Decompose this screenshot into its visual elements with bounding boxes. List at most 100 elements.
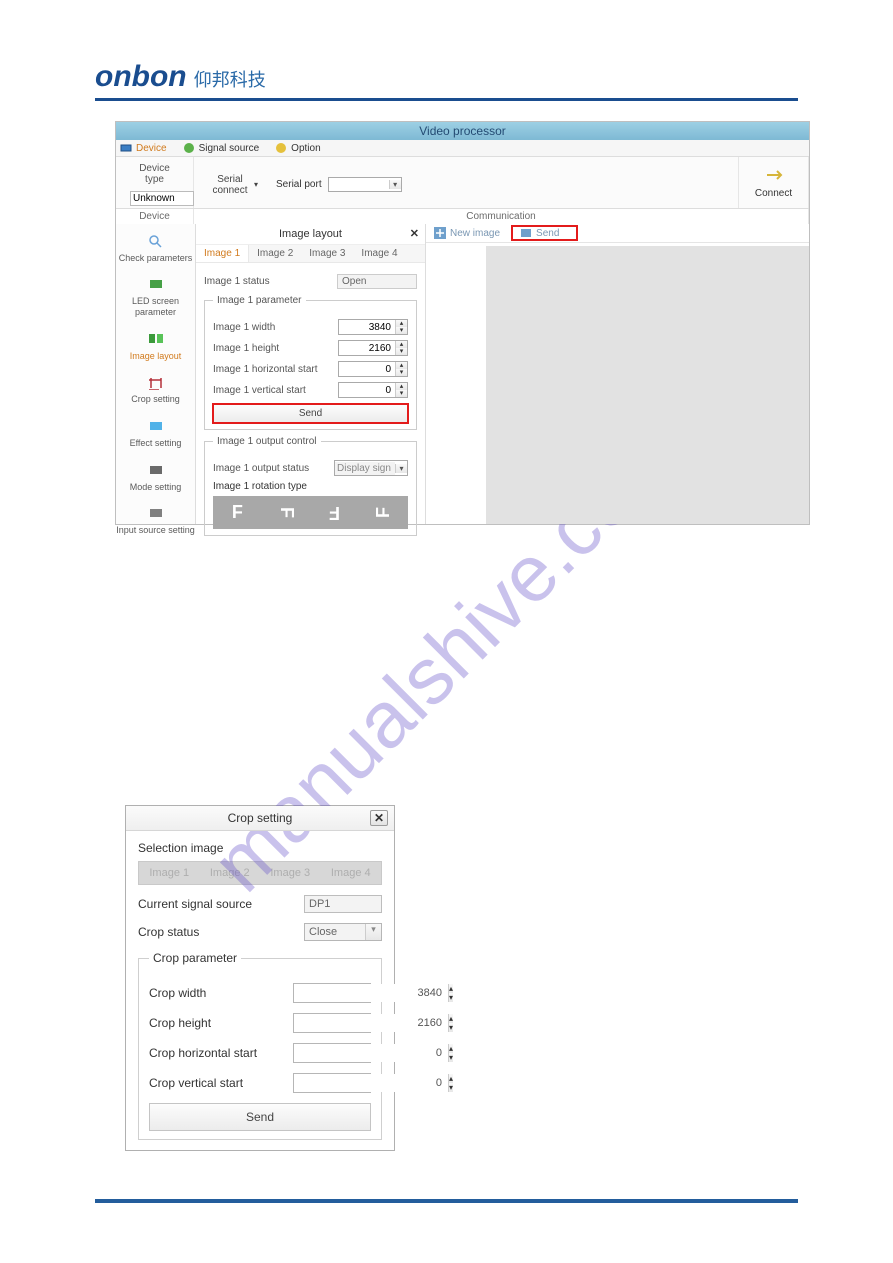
spin-up-icon[interactable]: ▴ [449, 1074, 453, 1083]
output-status-combo[interactable]: ▾ [334, 460, 408, 476]
spin-down-icon[interactable]: ▾ [449, 1083, 453, 1092]
tab-option[interactable]: Option [275, 142, 320, 154]
tab-image-1[interactable]: Image 1 [196, 245, 249, 262]
signal-icon [183, 142, 195, 154]
sidebar-item-mode[interactable]: Mode setting [130, 463, 182, 493]
image-width-spin[interactable]: ▴▾ [338, 319, 408, 335]
spin-down-icon[interactable]: ▾ [449, 993, 453, 1002]
tab-image-2[interactable]: Image 2 [249, 245, 301, 262]
panel-title: Image layout [279, 228, 342, 240]
input-icon [147, 506, 165, 520]
spin-up-icon[interactable]: ▴ [396, 362, 407, 369]
dropdown-icon[interactable]: ▾ [395, 464, 407, 473]
spin-up-icon[interactable]: ▴ [449, 984, 453, 993]
image-vstart-label: Image 1 vertical start [213, 385, 306, 396]
dropdown-icon[interactable]: ▾ [389, 180, 401, 189]
rotation-270-icon[interactable]: F [373, 507, 394, 518]
spin-down-icon[interactable]: ▾ [449, 1023, 453, 1032]
tab-device[interactable]: Device [120, 142, 167, 154]
crop-vstart-input[interactable] [294, 1074, 448, 1092]
image-hstart-spin[interactable]: ▴▾ [338, 361, 408, 377]
sel-tab-image-1[interactable]: Image 1 [139, 862, 200, 884]
image-height-spin[interactable]: ▴▾ [338, 340, 408, 356]
image-vstart-spin[interactable]: ▴▾ [338, 382, 408, 398]
rotation-90-icon[interactable]: F [276, 507, 297, 518]
app-main-area: Check parameters LED screen parameter Im… [116, 224, 809, 524]
selection-image-tabs: Image 1 Image 2 Image 3 Image 4 [138, 861, 382, 885]
panel-body: Image 1 status Open Image 1 parameter Im… [196, 263, 425, 548]
ribbon-group-communication: Serial connect ▾ Serial port ▾ [194, 157, 739, 208]
crop-vstart-spin[interactable]: ▴▾ [293, 1073, 371, 1093]
crop-status-combo[interactable]: ▾ [304, 923, 382, 941]
tab-signal-source[interactable]: Signal source [183, 142, 260, 154]
spin-down-icon[interactable]: ▾ [396, 390, 407, 397]
sidebar-item-check[interactable]: Check parameters [119, 234, 193, 264]
close-icon[interactable]: ✕ [370, 810, 388, 826]
sidebar-item-effect[interactable]: Effect setting [130, 419, 182, 449]
crop-hstart-spin[interactable]: ▴▾ [293, 1043, 371, 1063]
image-parameter-group: Image 1 parameter Image 1 width ▴▾ Image… [204, 295, 417, 430]
image-status-label: Image 1 status [204, 276, 270, 287]
spin-down-icon[interactable]: ▾ [396, 348, 407, 355]
send-button[interactable]: Send [213, 404, 408, 423]
output-status-label: Image 1 output status [213, 463, 309, 474]
new-image-button[interactable]: New image [426, 226, 508, 240]
video-processor-window: Video processor Device Signal source Opt… [115, 121, 810, 525]
dropdown-icon[interactable]: ▾ [365, 924, 381, 940]
crop-status-input [305, 924, 365, 940]
image-width-input[interactable] [339, 320, 395, 334]
device-type-input[interactable] [130, 191, 194, 206]
tab-image-3[interactable]: Image 3 [301, 245, 353, 262]
image-height-input[interactable] [339, 341, 395, 355]
canvas-preview[interactable] [486, 246, 809, 524]
spin-up-icon[interactable]: ▴ [449, 1044, 453, 1053]
sel-tab-image-3[interactable]: Image 3 [260, 862, 321, 884]
serial-port-combo[interactable]: ▾ [328, 177, 402, 192]
serial-connect-menu[interactable]: Serial connect ▾ [208, 174, 258, 196]
rotation-180-icon[interactable]: F [329, 502, 340, 523]
sidebar-item-led[interactable]: LED screen parameter [116, 278, 195, 318]
spin-up-icon[interactable]: ▴ [396, 383, 407, 390]
brand-cn: 仰邦科技 [194, 70, 266, 90]
image-hstart-label: Image 1 horizontal start [213, 364, 318, 375]
effect-icon [147, 419, 165, 433]
signal-source-value [304, 895, 382, 913]
crop-hstart-input[interactable] [294, 1044, 448, 1062]
sidebar-item-crop[interactable]: Crop setting [131, 376, 180, 406]
spin-up-icon[interactable]: ▴ [396, 341, 407, 348]
rotation-0-icon[interactable]: F [232, 502, 243, 523]
page-logo: onbon 仰邦科技 [95, 60, 798, 94]
close-icon[interactable]: ✕ [410, 227, 419, 240]
spin-up-icon[interactable]: ▴ [449, 1014, 453, 1023]
serial-port-label: Serial port [276, 179, 322, 190]
output-status-input[interactable] [335, 462, 395, 475]
tab-option-label: Option [291, 143, 320, 154]
crop-hstart-label: Crop horizontal start [149, 1046, 257, 1060]
sidebar-item-layout[interactable]: Image layout [130, 332, 182, 362]
crop-title: Crop setting [228, 811, 293, 825]
canvas-toolbar: New image Send [426, 224, 809, 243]
connect-button[interactable]: Connect [753, 163, 794, 201]
send-icon [520, 227, 532, 239]
sidebar-item-input-source[interactable]: Input source setting [116, 506, 195, 536]
spin-down-icon[interactable]: ▾ [396, 369, 407, 376]
crop-width-input[interactable] [294, 984, 448, 1002]
sel-tab-image-2[interactable]: Image 2 [200, 862, 261, 884]
crop-send-button[interactable]: Send [149, 1103, 371, 1131]
image-hstart-input[interactable] [339, 362, 395, 376]
crop-height-spin[interactable]: ▴▾ [293, 1013, 371, 1033]
crop-param-legend: Crop parameter [149, 951, 241, 965]
image-vstart-input[interactable] [339, 383, 395, 397]
spin-down-icon[interactable]: ▾ [396, 327, 407, 334]
crop-height-input[interactable] [294, 1014, 448, 1032]
spin-up-icon[interactable]: ▴ [396, 320, 407, 327]
crop-width-spin[interactable]: ▴▾ [293, 983, 371, 1003]
sel-tab-image-4[interactable]: Image 4 [321, 862, 382, 884]
rotation-label: Image 1 rotation type [213, 481, 307, 492]
toolbar-send-button[interactable]: Send [512, 226, 577, 240]
panel-title-bar: Image layout ✕ [196, 224, 425, 245]
spin-down-icon[interactable]: ▾ [449, 1053, 453, 1062]
serial-port-input[interactable] [329, 178, 389, 191]
tab-image-4[interactable]: Image 4 [353, 245, 405, 262]
new-image-label: New image [450, 228, 500, 239]
